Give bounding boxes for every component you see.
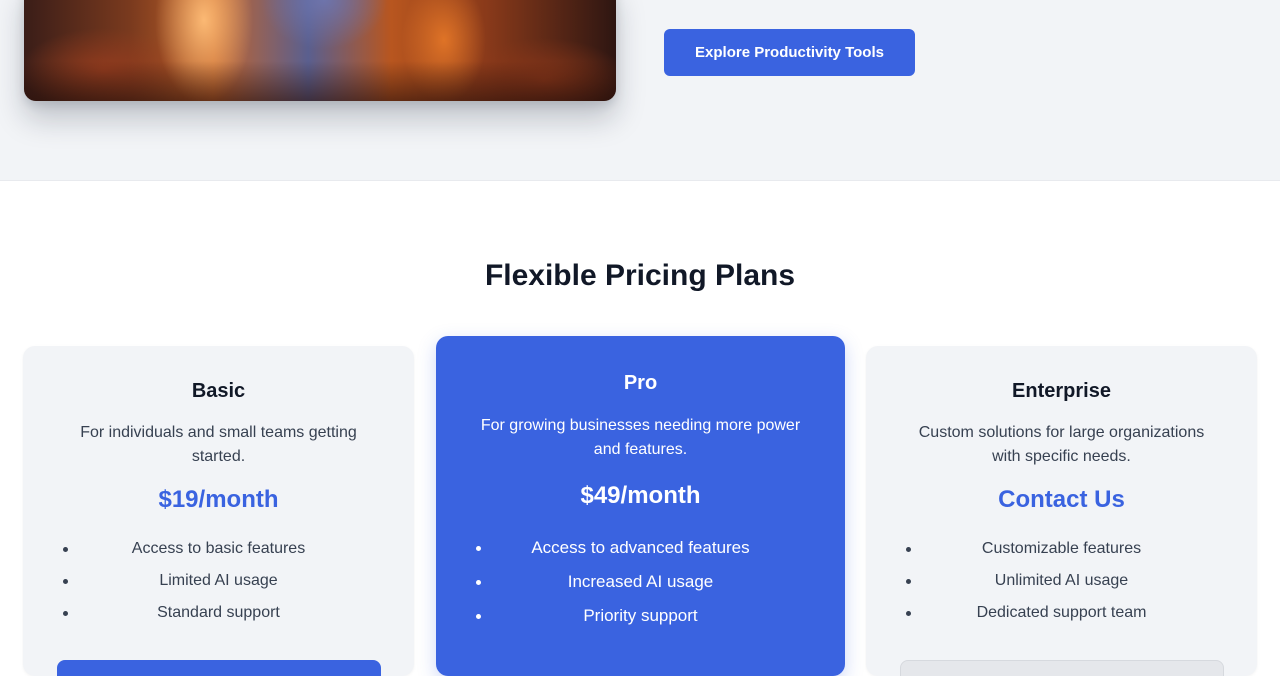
plan-price: $19/month xyxy=(158,486,279,513)
pricing-card-basic: Basic For individuals and small teams ge… xyxy=(23,346,414,676)
pricing-card-pro: Pro For growing businesses needing more … xyxy=(436,336,845,676)
plan-feature: Dedicated support team xyxy=(906,603,1217,623)
plan-feature: Customizable features xyxy=(906,539,1217,559)
plan-feature: Unlimited AI usage xyxy=(906,571,1217,591)
plan-feature-list: Access to basic features Limited AI usag… xyxy=(23,539,414,623)
plan-name: Pro xyxy=(623,372,658,394)
pricing-title: Flexible Pricing Plans xyxy=(484,259,796,292)
enterprise-plan-button[interactable] xyxy=(900,660,1224,676)
contact-us-link[interactable]: Contact Us xyxy=(866,486,1257,514)
plan-feature-list: Access to advanced features Increased AI… xyxy=(436,538,845,626)
plan-feature: Increased AI usage xyxy=(476,572,805,592)
plan-price: $49/month xyxy=(580,482,701,509)
canyon-hero-image xyxy=(24,0,616,101)
plan-description: For individuals and small teams getting … xyxy=(80,424,357,465)
plan-feature: Priority support xyxy=(476,606,805,626)
plan-description: For growing businesses needing more powe… xyxy=(480,417,801,458)
plan-feature: Standard support xyxy=(63,603,374,623)
plan-feature: Access to advanced features xyxy=(476,538,805,558)
pricing-card-enterprise: Enterprise Custom solutions for large or… xyxy=(866,346,1257,676)
plan-feature-list: Customizable features Unlimited AI usage… xyxy=(866,539,1257,623)
plan-name: Basic xyxy=(191,380,246,402)
plan-description: Custom solutions for large organizations… xyxy=(918,424,1205,465)
explore-productivity-tools-button[interactable]: Explore Productivity Tools xyxy=(664,29,915,76)
basic-plan-button[interactable] xyxy=(57,660,381,676)
hero-section: Explore Productivity Tools xyxy=(0,0,1280,181)
plan-feature: Access to basic features xyxy=(63,539,374,559)
plan-feature: Limited AI usage xyxy=(63,571,374,591)
plan-name: Enterprise xyxy=(1012,380,1111,402)
